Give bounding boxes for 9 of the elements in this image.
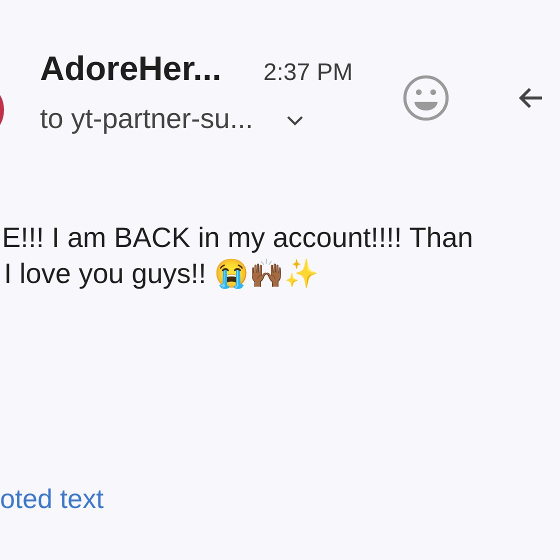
emoji-reaction-icon[interactable] — [402, 74, 450, 122]
message-text: I love you guys!! 😭🙌🏾✨ — [4, 257, 320, 291]
message-text: E!!! I am BACK in my account!!!! Than — [2, 221, 474, 255]
reply-arrow-icon[interactable] — [518, 86, 543, 110]
show-quoted-text-link[interactable]: oted text — [0, 484, 104, 515]
message-time: 2:37 PM — [263, 59, 353, 87]
sender-name: AdoreHer... — [40, 50, 222, 89]
chevron-down-icon[interactable] — [287, 116, 304, 126]
recipient-text: to yt-partner-su... — [40, 103, 254, 135]
